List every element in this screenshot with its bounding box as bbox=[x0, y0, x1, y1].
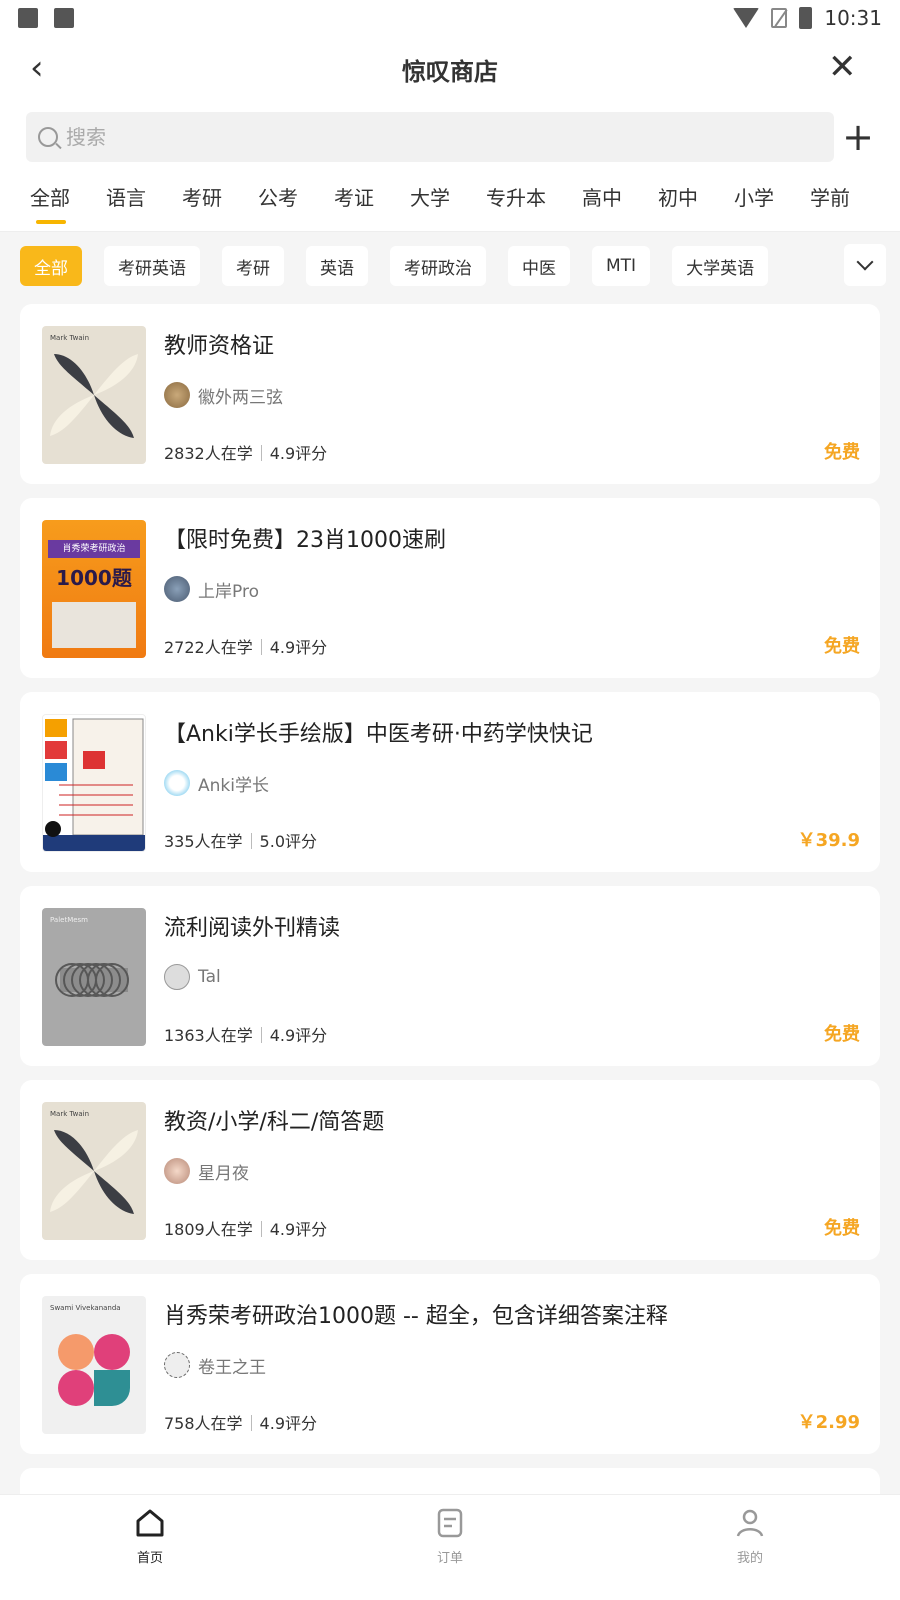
book-title: 流利阅读外刊精读 bbox=[164, 916, 341, 941]
chip-tcm[interactable]: 中医 bbox=[508, 246, 570, 286]
book-author: Tal bbox=[164, 964, 221, 990]
book-stats: 2722人在学 4.9评分 bbox=[164, 638, 328, 657]
back-icon[interactable]: ‹ bbox=[30, 51, 60, 85]
avatar bbox=[164, 382, 190, 408]
search-row: + bbox=[0, 102, 900, 172]
book-author: 星月夜 bbox=[164, 1158, 249, 1184]
order-icon bbox=[437, 1508, 463, 1538]
chip-all[interactable]: 全部 bbox=[20, 246, 82, 286]
book-card[interactable]: PaletMesm 流利阅读外刊精读 Tal 1363人在学 4.9评分 免费 bbox=[20, 886, 880, 1066]
avatar bbox=[164, 770, 190, 796]
book-price: 免费 bbox=[824, 1024, 860, 1045]
book-card[interactable]: Swami Vivekananda 肖秀荣考研政治1000题 -- 超全，包含详… bbox=[20, 1274, 880, 1454]
book-stats: 2832人在学 4.9评分 bbox=[164, 444, 328, 463]
wifi-icon bbox=[733, 8, 760, 28]
book-stats: 1363人在学 4.9评分 bbox=[164, 1026, 328, 1045]
book-price: 免费 bbox=[824, 1218, 860, 1239]
book-cover: 肖秀荣考研政治 1000题 bbox=[42, 520, 146, 658]
tab-certification[interactable]: 考证 bbox=[334, 172, 374, 232]
book-card[interactable]: Mark Twain 教资/小学/科二/简答题 星月夜 1809人在学 4.9评分… bbox=[20, 1080, 880, 1260]
circles-cover-art bbox=[55, 963, 129, 997]
app-header: ‹ 惊叹商店 ✕ bbox=[0, 36, 900, 102]
book-title: 肖秀荣考研政治1000题 -- 超全，包含详细答案注释 bbox=[164, 1304, 668, 1329]
page-title: 惊叹商店 bbox=[402, 57, 498, 86]
book-title: 教资/小学/科二/简答题 bbox=[164, 1110, 385, 1135]
book-cover bbox=[42, 714, 146, 852]
tab-university[interactable]: 大学 bbox=[410, 172, 450, 232]
avatar bbox=[164, 576, 190, 602]
chip-kaoyan-english[interactable]: 考研英语 bbox=[104, 246, 200, 286]
battery-icon bbox=[799, 7, 813, 29]
book-cover: Mark Twain bbox=[42, 326, 146, 464]
category-tabs: 全部 语言 考研 公考 考证 大学 专升本 高中 初中 小学 学前 bbox=[0, 172, 900, 232]
chip-kaoyan[interactable]: 考研 bbox=[222, 246, 284, 286]
chip-mti[interactable]: MTI bbox=[592, 246, 651, 286]
image-notification-icon bbox=[18, 8, 38, 28]
book-title: 教师资格证 bbox=[164, 334, 275, 359]
tab-middle-school[interactable]: 初中 bbox=[658, 172, 698, 232]
status-bar: 10:31 bbox=[0, 0, 900, 36]
book-price: ￥39.9 bbox=[797, 830, 860, 851]
tab-high-school[interactable]: 高中 bbox=[582, 172, 622, 232]
book-cover: Swami Vivekananda bbox=[42, 1296, 146, 1434]
book-stats: 1809人在学 4.9评分 bbox=[164, 1220, 328, 1239]
book-author: 徽外两三弦 bbox=[164, 382, 283, 408]
nav-home[interactable]: 首页 bbox=[0, 1495, 300, 1600]
close-icon[interactable]: ✕ bbox=[828, 50, 858, 84]
book-price: ￥2.99 bbox=[797, 1412, 860, 1433]
search-bar[interactable] bbox=[26, 112, 834, 162]
book-stats: 758人在学 4.9评分 bbox=[164, 1414, 317, 1433]
book-card[interactable]: 【Anki学长手绘版】中医考研·中药学快快记 Anki学长 335人在学 5.0评… bbox=[20, 692, 880, 872]
book-price: 免费 bbox=[824, 636, 860, 657]
petal-cover-art bbox=[50, 354, 138, 438]
book-title: 【Anki学长手绘版】中医考研·中药学快快记 bbox=[164, 722, 593, 747]
petal-cover-art bbox=[50, 1130, 138, 1214]
book-stats: 335人在学 5.0评分 bbox=[164, 832, 317, 851]
circles-color-cover-art bbox=[58, 1334, 130, 1406]
nav-profile[interactable]: 我的 bbox=[600, 1495, 900, 1600]
tcm-cover-art bbox=[43, 715, 145, 851]
tab-preschool[interactable]: 学前 bbox=[810, 172, 850, 232]
profile-icon bbox=[736, 1509, 764, 1537]
book-author: 卷王之王 bbox=[164, 1352, 266, 1378]
a-notification-icon bbox=[54, 8, 74, 28]
avatar bbox=[164, 1158, 190, 1184]
add-icon[interactable]: + bbox=[842, 118, 874, 156]
avatar bbox=[164, 1352, 190, 1378]
avatar bbox=[164, 964, 190, 990]
book-cover: PaletMesm bbox=[42, 908, 146, 1046]
tab-zhuanshengben[interactable]: 专升本 bbox=[486, 172, 546, 232]
chip-kaoyan-politics[interactable]: 考研政治 bbox=[390, 246, 486, 286]
nav-orders[interactable]: 订单 bbox=[300, 1495, 600, 1600]
book-card[interactable]: Mark Twain 教师资格证 徽外两三弦 2832人在学 4.9评分 免费 bbox=[20, 304, 880, 484]
chip-english[interactable]: 英语 bbox=[306, 246, 368, 286]
tab-kaoyan[interactable]: 考研 bbox=[182, 172, 222, 232]
book-price: 免费 bbox=[824, 442, 860, 463]
bottom-navigation: 首页 订单 我的 bbox=[0, 1494, 900, 1600]
status-time: 10:31 bbox=[824, 6, 882, 30]
filter-chips: 全部 考研英语 考研 英语 考研政治 中医 MTI 大学英语 bbox=[0, 232, 900, 300]
chevron-down-icon bbox=[856, 253, 874, 271]
notification-icons bbox=[18, 8, 74, 28]
book-cover: Mark Twain bbox=[42, 1102, 146, 1240]
book-author: Anki学长 bbox=[164, 770, 269, 796]
book-card[interactable]: 肖秀荣考研政治 1000题 【限时免费】23肖1000速刷 上岸Pro 2722… bbox=[20, 498, 880, 678]
book-list: Mark Twain 教师资格证 徽外两三弦 2832人在学 4.9评分 免费 肖… bbox=[20, 304, 880, 1542]
book-author: 上岸Pro bbox=[164, 576, 259, 602]
chip-college-english[interactable]: 大学英语 bbox=[672, 246, 769, 286]
home-icon bbox=[136, 1509, 164, 1537]
tab-all[interactable]: 全部 bbox=[30, 172, 70, 232]
search-input[interactable] bbox=[66, 125, 786, 149]
tab-primary-school[interactable]: 小学 bbox=[734, 172, 774, 232]
tab-gongkao[interactable]: 公考 bbox=[258, 172, 298, 232]
no-sim-icon bbox=[771, 8, 788, 28]
book-title: 【限时免费】23肖1000速刷 bbox=[164, 528, 446, 553]
search-icon bbox=[38, 127, 58, 147]
tab-language[interactable]: 语言 bbox=[106, 172, 146, 232]
expand-chips-button[interactable] bbox=[844, 244, 886, 286]
